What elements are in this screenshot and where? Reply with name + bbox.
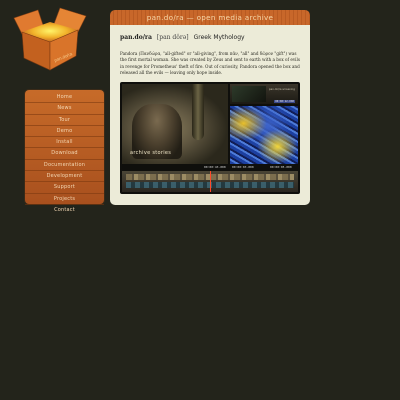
app-screenshot: archive stories pan.do/ra screening 00:0… <box>120 82 300 194</box>
pandora-logo-box-icon[interactable]: pan.do/ra <box>8 4 92 74</box>
sidebar-item-home[interactable]: Home <box>25 92 104 104</box>
thumbnail-label: pan.do/ra screening <box>269 88 295 91</box>
sidebar-item-install[interactable]: Install <box>25 137 104 149</box>
sidebar-item-download[interactable]: Download <box>25 148 104 160</box>
definition-category: Greek Mythology <box>193 34 245 41</box>
definition-word: pan.do/ra <box>120 34 152 41</box>
left-timecode: 00:00:43.000 <box>204 165 226 169</box>
thumbnail-strip: pan.do/ra screening 00:00:12.000 <box>230 84 298 104</box>
right-timecode: 00:00:03.000 <box>232 165 254 169</box>
video-overlay-label: archive stories <box>130 150 172 156</box>
definition-pronunciation: [pan dôrə] <box>156 34 189 41</box>
sidebar-item-support[interactable]: Support <box>25 182 104 194</box>
painting-frame <box>230 106 298 164</box>
video-player-frame: archive stories <box>122 84 228 164</box>
microphone-shape <box>192 84 204 140</box>
sidebar-item-development[interactable]: Development <box>25 171 104 183</box>
sidebar-item-news[interactable]: News <box>25 103 104 115</box>
sidebar-item-contact[interactable]: Contact <box>25 205 104 215</box>
far-timecode: 00:00:05.000 <box>270 165 292 169</box>
definition-text: Pandora (Πανδώρα, "all-gifted" or "all-g… <box>120 51 300 75</box>
video-timeline <box>122 171 298 192</box>
thumbnail-timecode: 00:00:12.000 <box>274 100 295 103</box>
dictionary-definition: pan.do/ra [pan dôrə] Greek Mythology <box>120 34 302 41</box>
content-panel: pan.do/ra [pan dôrə] Greek Mythology Pan… <box>110 25 310 205</box>
timeline-playhead <box>210 171 211 192</box>
sidebar-item-demo[interactable]: Demo <box>25 126 104 138</box>
sidebar-item-documentation[interactable]: Documentation <box>25 160 104 172</box>
page-header: pan.do/ra — open media archive <box>110 10 310 25</box>
video-thumbnail <box>232 86 266 102</box>
sidebar-nav: Home News Tour Demo Install Download Doc… <box>25 90 104 213</box>
page-title: pan.do/ra — open media archive <box>146 13 274 22</box>
sidebar-item-projects[interactable]: Projects <box>25 194 104 205</box>
sidebar-item-tour[interactable]: Tour <box>25 115 104 126</box>
